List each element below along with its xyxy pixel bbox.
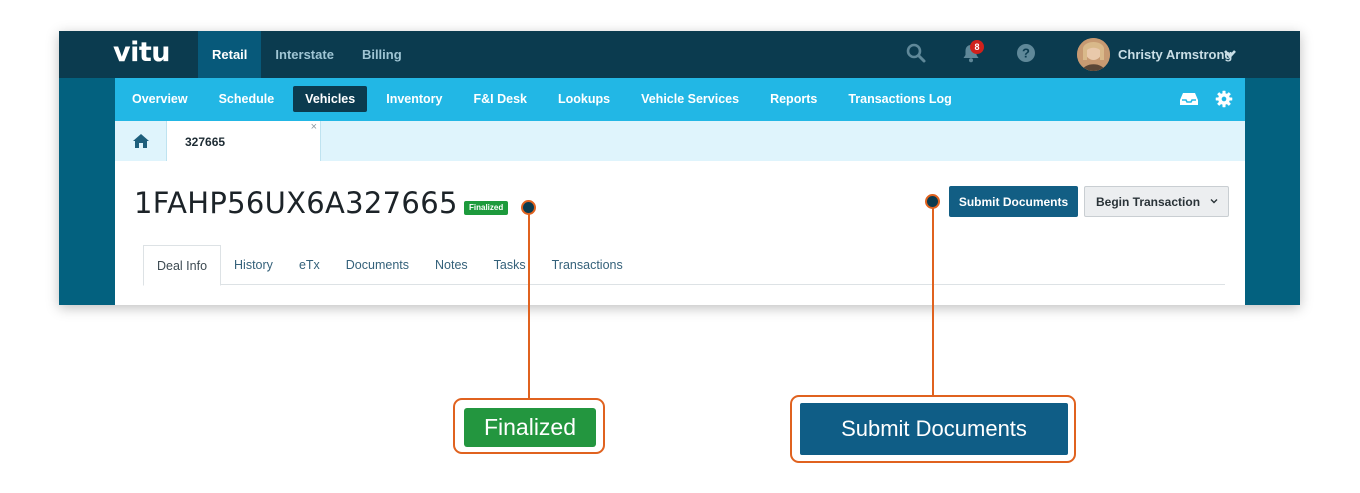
record-content: 1FAHP56UX6A327665 Finalized Submit Docum… [115, 161, 1245, 305]
top-nav: Retail Interstate Billing [198, 31, 416, 78]
app-screenshot: vitu Retail Interstate Billing 8 ? Chris… [59, 31, 1300, 305]
tab-transactions[interactable]: Transactions [539, 245, 636, 285]
inbox-icon[interactable] [1179, 90, 1199, 108]
svg-text:?: ? [1022, 46, 1030, 61]
finalized-leader-line [528, 208, 530, 399]
finalized-callout: Finalized [453, 398, 605, 454]
begin-transaction-label: Begin Transaction [1096, 194, 1201, 209]
avatar[interactable] [1077, 38, 1110, 71]
tab-documents[interactable]: Documents [333, 245, 422, 285]
subnav-item-inventory[interactable]: Inventory [374, 86, 454, 112]
top-bar: vitu Retail Interstate Billing 8 ? Chris… [59, 31, 1300, 78]
help-icon[interactable]: ? [1015, 42, 1037, 64]
finalized-callout-dot [521, 200, 536, 215]
submit-callout-button: Submit Documents [800, 403, 1068, 455]
gear-icon[interactable] [1214, 90, 1234, 108]
subnav-item-fi-desk[interactable]: F&I Desk [461, 86, 539, 112]
topnav-item-retail[interactable]: Retail [198, 31, 262, 78]
search-icon[interactable] [905, 42, 927, 64]
submit-callout: Submit Documents [790, 395, 1076, 463]
subnav-item-transactions-log[interactable]: Transactions Log [836, 86, 964, 112]
page: vitu Retail Interstate Billing 8 ? Chris… [0, 0, 1360, 493]
subnav-item-vehicles[interactable]: Vehicles [293, 86, 368, 112]
topnav-item-billing[interactable]: Billing [348, 31, 416, 78]
submit-documents-button[interactable]: Submit Documents [949, 186, 1078, 217]
topnav-item-interstate[interactable]: Interstate [261, 31, 348, 78]
record-tab-label: 327665 [185, 135, 226, 149]
subnav-item-overview[interactable]: Overview [120, 86, 200, 112]
chevron-down-icon[interactable] [1223, 47, 1237, 61]
status-badge: Finalized [464, 201, 509, 215]
vitu-logo[interactable]: vitu [113, 37, 170, 68]
chevron-down-icon [1210, 199, 1218, 204]
page-title: 1FAHP56UX6A327665 [134, 186, 458, 220]
tab-history[interactable]: History [221, 245, 286, 285]
subnav-item-schedule[interactable]: Schedule [207, 86, 287, 112]
subnav-item-reports[interactable]: Reports [758, 86, 829, 112]
close-icon[interactable]: × [311, 121, 317, 133]
tab-deal-info[interactable]: Deal Info [143, 245, 222, 286]
submit-callout-dot [925, 194, 940, 209]
user-name[interactable]: Christy Armstrong [1118, 47, 1232, 62]
sub-nav: Overview Schedule Vehicles Inventory F&I… [115, 78, 1245, 121]
tab-etx[interactable]: eTx [286, 245, 333, 285]
subnav-item-vehicle-services[interactable]: Vehicle Services [629, 86, 751, 112]
document-tabstrip: 327665 × [115, 121, 1245, 162]
begin-transaction-button[interactable]: Begin Transaction [1084, 186, 1229, 217]
finalized-callout-badge: Finalized [464, 408, 596, 447]
record-tabs: Deal Info History eTx Documents Notes Ta… [143, 245, 1225, 286]
record-tab[interactable]: 327665 × [167, 121, 321, 162]
notification-badge: 8 [970, 40, 984, 54]
submit-leader-line [932, 202, 934, 396]
home-tab[interactable] [115, 121, 167, 161]
home-icon [133, 134, 149, 148]
subnav-item-lookups[interactable]: Lookups [546, 86, 622, 112]
tab-notes[interactable]: Notes [422, 245, 481, 285]
